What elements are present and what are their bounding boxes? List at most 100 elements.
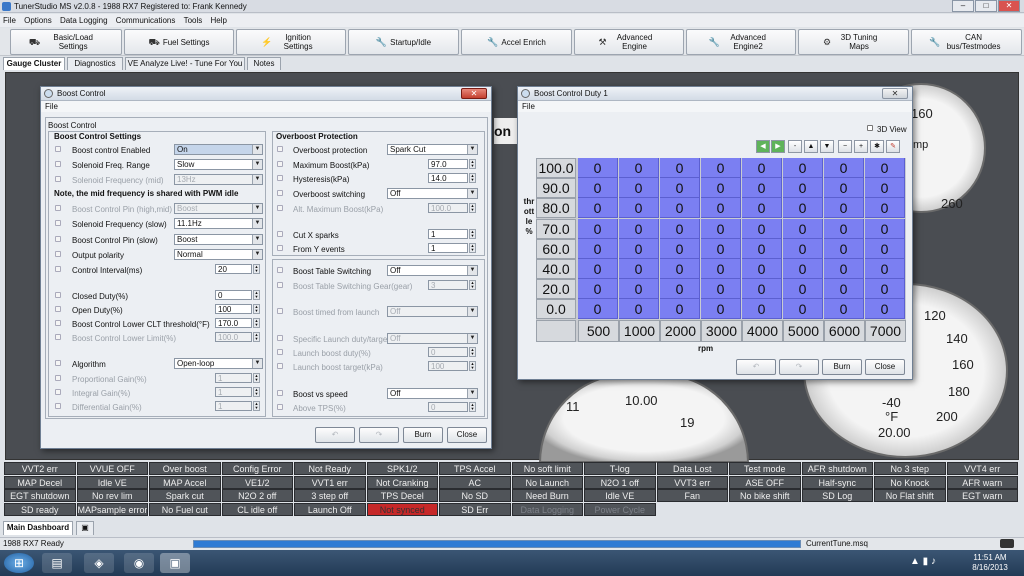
spinner-icon[interactable]: ▲ ▼ <box>253 373 260 383</box>
differential-gain-input[interactable]: 1 <box>215 401 252 411</box>
new-tab-icon[interactable]: ▣ <box>76 521 94 535</box>
spinner-icon[interactable]: ▲ ▼ <box>253 304 260 314</box>
table-cell[interactable]: 0 <box>742 299 782 320</box>
y-axis-value[interactable]: 100.0 <box>536 158 576 178</box>
table-cell[interactable]: 0 <box>660 279 700 300</box>
minus-icon[interactable]: − <box>838 140 852 153</box>
switching-gear-input[interactable]: 3 <box>428 280 468 290</box>
table-cell[interactable]: 0 <box>824 259 864 279</box>
app-window-icon[interactable]: ▣ <box>160 553 190 573</box>
table-cell[interactable]: 0 <box>783 279 823 300</box>
boost-pin-high-mid-select[interactable]: Boost ▼ <box>174 203 263 214</box>
fuel-settings-button[interactable]: ⛟ Fuel Settings <box>124 29 234 55</box>
table-cell[interactable]: 0 <box>660 218 700 239</box>
x-axis-value[interactable]: 6000 <box>824 319 865 342</box>
chrome-icon[interactable]: ◉ <box>124 553 154 573</box>
table-cell[interactable]: 0 <box>865 158 905 178</box>
cut-x-sparks-input[interactable]: 1 <box>428 229 468 239</box>
menu-data-logging[interactable]: Data Logging <box>57 16 111 25</box>
table-cell[interactable]: 0 <box>619 198 659 219</box>
y-axis-value[interactable]: 70.0 <box>536 218 576 239</box>
table-cell[interactable]: 0 <box>824 198 864 219</box>
table-cell[interactable]: 0 <box>578 279 618 300</box>
accel-enrich-button[interactable]: 🔧 Accel Enrich <box>461 29 572 55</box>
table-cell[interactable]: 0 <box>824 238 864 259</box>
close-dialog-button[interactable]: ✕ <box>882 88 908 99</box>
startup-idle-button[interactable]: 🔧 Startup/Idle <box>348 29 459 55</box>
integral-gain-input[interactable]: 1 <box>215 387 252 397</box>
boost-pin-slow-select[interactable]: Boost ▼ <box>174 234 263 245</box>
y-axis-value[interactable]: 90.0 <box>536 178 576 199</box>
close-window-button[interactable]: ✕ <box>998 0 1020 12</box>
table-cell[interactable]: 0 <box>660 158 700 178</box>
back-icon[interactable]: ◀ <box>756 140 770 153</box>
spinner-icon[interactable]: ▲ ▼ <box>253 401 260 411</box>
table-cell[interactable]: 0 <box>578 218 618 239</box>
table-cell[interactable]: 0 <box>619 218 659 239</box>
table-cell[interactable]: 0 <box>742 198 782 219</box>
menu-file[interactable]: File <box>0 16 19 25</box>
specific-launch-select[interactable]: Off ▼ <box>387 333 478 344</box>
table-cell[interactable]: 0 <box>865 279 905 300</box>
table-cell[interactable]: 0 <box>824 299 864 320</box>
table-cell[interactable]: 0 <box>783 259 823 279</box>
proportional-gain-input[interactable]: 1 <box>215 373 252 383</box>
dialog-menu-file[interactable]: File <box>41 101 491 112</box>
launch-boost-target-input[interactable]: 100 <box>428 361 468 371</box>
table-cell[interactable]: 0 <box>865 259 905 279</box>
overboost-protection-select[interactable]: Spark Cut ▼ <box>387 144 478 155</box>
table-cell[interactable]: 0 <box>660 238 700 259</box>
boost-control-enabled-select[interactable]: On ▼ <box>174 144 263 155</box>
table-cell[interactable]: 0 <box>660 198 700 219</box>
maximum-boost-input[interactable]: 97.0 <box>428 159 468 169</box>
burn-button[interactable]: Burn <box>403 427 443 443</box>
spinner-icon[interactable]: ▲ ▼ <box>253 332 260 342</box>
table-cell[interactable]: 0 <box>578 299 618 320</box>
table-cell[interactable]: 0 <box>578 238 618 259</box>
can-bus-testmodes-button[interactable]: 🔧 CAN bus/Testmodes <box>911 29 1022 55</box>
table-cell[interactable]: 0 <box>701 218 741 239</box>
spinner-icon[interactable]: ▲ ▼ <box>469 159 476 169</box>
table-cell[interactable]: 0 <box>660 259 700 279</box>
closed-duty-input[interactable]: 0 <box>215 290 252 300</box>
table-cell[interactable]: 0 <box>619 178 659 199</box>
from-y-events-input[interactable]: 1 <box>428 243 468 253</box>
spinner-icon[interactable]: ▲ ▼ <box>469 347 476 357</box>
burn-button[interactable]: Burn <box>822 359 862 375</box>
output-polarity-select[interactable]: Normal ▼ <box>174 249 263 260</box>
table-cell[interactable]: 0 <box>701 198 741 219</box>
solenoid-frequency-mid-select[interactable]: 13Hz ▼ <box>174 174 263 185</box>
boost-table-switching-select[interactable]: Off ▼ <box>387 265 478 276</box>
tunerstudio-taskbar-icon[interactable]: ◈ <box>84 553 114 573</box>
overboost-switching-select[interactable]: Off ▼ <box>387 188 478 199</box>
x-axis-value[interactable]: 2000 <box>660 319 701 342</box>
spinner-icon[interactable]: ▲ ▼ <box>253 290 260 300</box>
dialog-menu-file[interactable]: File <box>518 101 912 112</box>
y-axis-value[interactable]: 60.0 <box>536 238 576 259</box>
x-axis-value[interactable]: 1000 <box>619 319 660 342</box>
table-cell[interactable]: 0 <box>742 279 782 300</box>
y-axis-value[interactable]: 80.0 <box>536 198 576 219</box>
decrease-icon[interactable]: ▼ <box>820 140 834 153</box>
redo-button[interactable]: ↷ <box>779 359 819 375</box>
y-axis-value[interactable]: 20.0 <box>536 279 576 300</box>
table-cell[interactable]: 0 <box>824 178 864 199</box>
solenoid-frequency-slow-select[interactable]: 11.1Hz ▼ <box>174 218 263 229</box>
tab-main-dashboard[interactable]: Main Dashboard <box>3 521 73 535</box>
explorer-icon[interactable]: ▤ <box>42 553 72 573</box>
spinner-icon[interactable]: ▲ ▼ <box>469 229 476 239</box>
y-axis-value[interactable]: 0.0 <box>536 299 576 320</box>
table-cell[interactable]: 0 <box>742 218 782 239</box>
table-cell[interactable]: 0 <box>701 178 741 199</box>
table-cell[interactable]: 0 <box>660 299 700 320</box>
table-cell[interactable]: 0 <box>824 158 864 178</box>
menu-help[interactable]: Help <box>208 16 230 25</box>
table-cell[interactable]: 0 <box>578 178 618 199</box>
table-cell[interactable]: 0 <box>742 158 782 178</box>
table-cell[interactable]: 0 <box>701 238 741 259</box>
x-axis-value[interactable]: 500 <box>578 319 619 342</box>
open-duty-input[interactable]: 100 <box>215 304 252 314</box>
table-cell[interactable]: 0 <box>701 279 741 300</box>
basic-load-settings-button[interactable]: ⛟ Basic/Load Settings <box>10 29 122 55</box>
table-cell[interactable]: 0 <box>619 158 659 178</box>
